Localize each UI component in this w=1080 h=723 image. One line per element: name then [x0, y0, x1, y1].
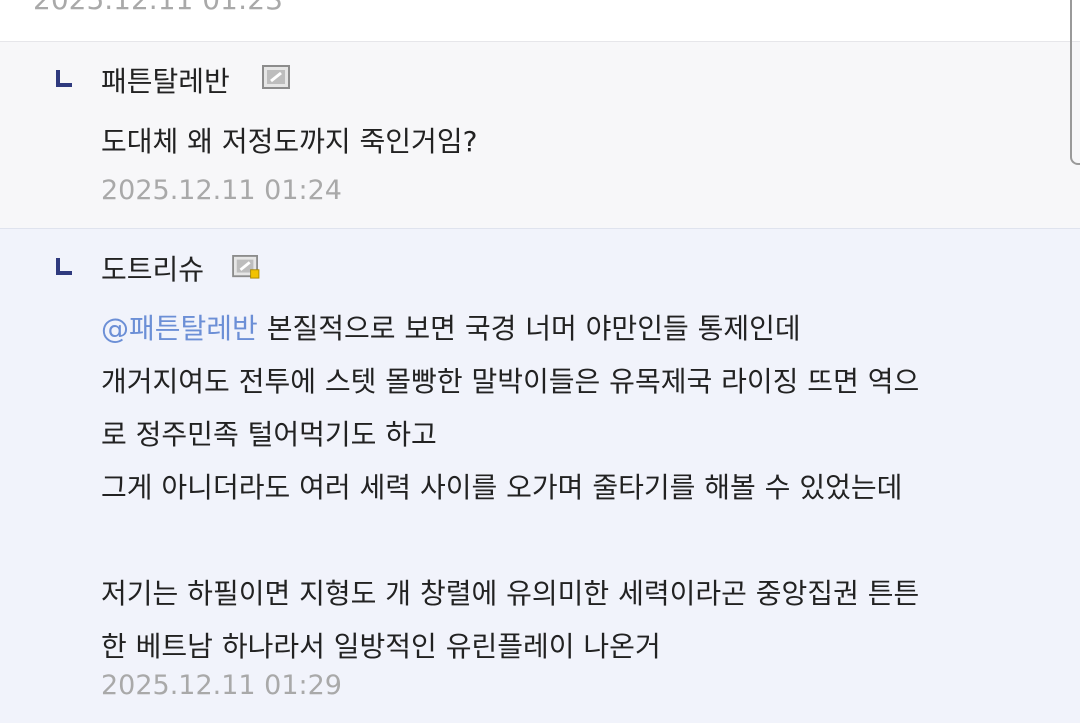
- comment-line: 도대체 왜 저정도까지 죽인거임?: [101, 125, 478, 158]
- level-badge-icon: [262, 65, 290, 89]
- comment-line: 로 정주민족 털어먹기도 하고: [101, 418, 437, 451]
- comment-line: @패튼탈레반 본질적으로 보면 국경 너머 야만인들 통제인데: [101, 302, 919, 355]
- comment-line: 그게 아니더라도 여러 세력 사이를 오가며 줄타기를 해볼 수 있었는데: [101, 471, 903, 504]
- comment-timestamp: 2025.12.11 01:24: [101, 175, 342, 206]
- comment-timestamp: 2025.12.11 01:29: [101, 670, 342, 701]
- comment-line-text: 본질적으로 보면 국경 너머 야만인들 통제인데: [257, 312, 801, 345]
- reply-arrow-icon: [56, 258, 72, 275]
- comment-line: 개거지여도 전투에 스텟 몰빵한 말박이들은 유목제국 라이징 뜨면 역으: [101, 365, 920, 398]
- reply-comment[interactable]: 도트리슈 @패튼탈레반 본질적으로 보면 국경 너머 야만인들 통제인데 개거지…: [0, 229, 1080, 723]
- mention-link[interactable]: @패튼탈레반: [101, 312, 258, 345]
- comment-line: 저기는 하필이면 지형도 개 창렬에 유의미한 세력이라곤 중앙집권 튼튼: [101, 577, 920, 610]
- level-badge-icon: [232, 255, 260, 279]
- reply-comment[interactable]: 패튼탈레반 도대체 왜 저정도까지 죽인거임? 2025.12.11 01:24: [0, 42, 1080, 229]
- comment-body: @패튼탈레반 본질적으로 보면 국경 너머 야만인들 통제인데 개거지여도 전투…: [101, 302, 919, 673]
- comment-nickname[interactable]: 도트리슈: [101, 252, 204, 288]
- scrollbar[interactable]: [1070, 0, 1080, 165]
- reply-arrow-icon: [56, 70, 72, 87]
- previous-comment: 2025.12.11 01:23: [0, 0, 1080, 42]
- comment-body: 도대체 왜 저정도까지 죽인거임?: [101, 115, 477, 168]
- comment-nickname[interactable]: 패튼탈레반: [101, 64, 230, 100]
- comment-line: 한 베트남 하나라서 일방적인 유린플레이 나온거: [101, 630, 661, 663]
- comment-thread: 2025.12.11 01:23 패튼탈레반 도대체 왜 저정도까지 죽인거임?…: [0, 0, 1080, 723]
- comment-line: [101, 514, 919, 567]
- comment-timestamp: 2025.12.11 01:23: [33, 0, 283, 18]
